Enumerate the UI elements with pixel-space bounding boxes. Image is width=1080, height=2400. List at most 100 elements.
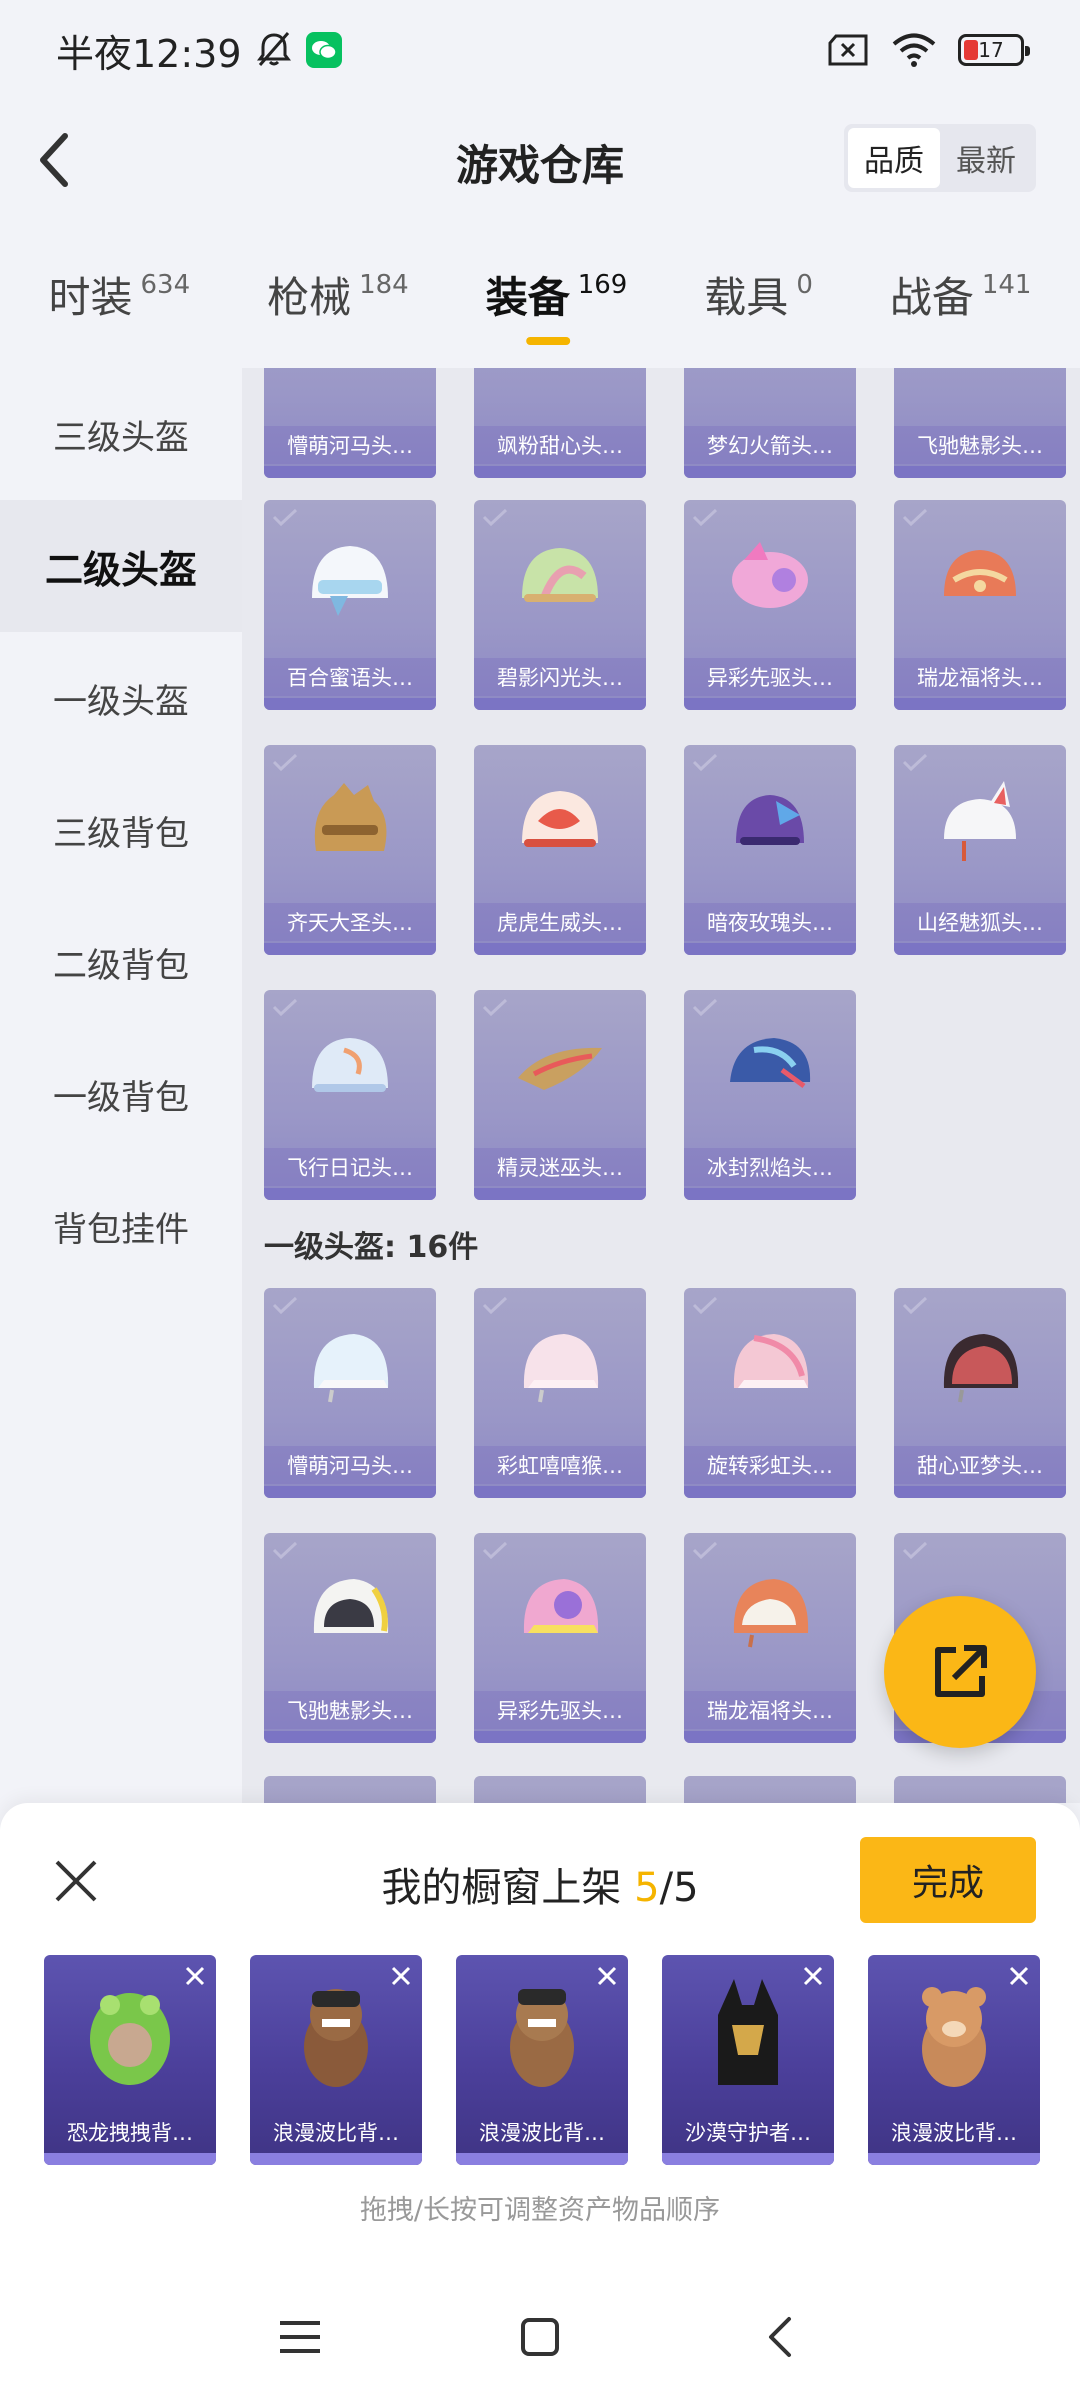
- remove-item-button[interactable]: [1004, 1961, 1034, 1991]
- item-card[interactable]: 旋转彩虹头…: [684, 1288, 856, 1498]
- battery-level: 17: [978, 38, 1004, 62]
- item-name: 碧影闪光头…: [474, 658, 646, 696]
- showcase-count: 5: [634, 1865, 660, 1911]
- item-card[interactable]: 瑞龙福将头…: [684, 1533, 856, 1743]
- item-card[interactable]: [684, 1776, 856, 1803]
- tab-equipment[interactable]: 装备 169: [480, 250, 634, 345]
- showcase-shelf: 恐龙拽拽背… 浪漫波比背… 浪漫波比背… 沙漠守护者… 浪漫波比背…: [44, 1955, 1040, 2165]
- share-button[interactable]: [884, 1596, 1036, 1748]
- menu-icon: [280, 2320, 320, 2353]
- tab-label: 战备: [889, 273, 974, 322]
- panel-title-text: 我的橱窗上架: [381, 1865, 635, 1911]
- item-name: 瑞龙福将头…: [684, 1691, 856, 1729]
- item-card[interactable]: 齐天大圣头…: [264, 745, 436, 955]
- item-card[interactable]: 山经魅狐头…: [894, 745, 1066, 955]
- item-card[interactable]: 甜心亚梦头…: [894, 1288, 1066, 1498]
- item-card[interactable]: 飞行日记头…: [264, 990, 436, 1200]
- item-name: 飞行日记头…: [264, 1148, 436, 1186]
- item-name: 异彩先驱头…: [684, 658, 856, 696]
- item-name: 冰封烈焰头…: [684, 1148, 856, 1186]
- sidebar-item-level3-backpack[interactable]: 三级背包: [0, 764, 242, 896]
- item-card[interactable]: 飞驰魅影头…: [264, 1533, 436, 1743]
- item-card[interactable]: [474, 1776, 646, 1803]
- helmet-icon: [312, 1038, 388, 1092]
- showcase-item[interactable]: 浪漫波比背…: [250, 1955, 422, 2165]
- check-icon: [272, 1541, 298, 1560]
- sidebar-item-backpack-charm[interactable]: 背包挂件: [0, 1160, 242, 1292]
- reorder-hint: 拖拽/长按可调整资产物品顺序: [359, 2195, 721, 2226]
- nav-home-button[interactable]: [500, 2297, 580, 2377]
- item-card[interactable]: 冰封烈焰头…: [684, 990, 856, 1200]
- grid-row: 飞行日记头… 精灵迷巫头… 冰封烈焰头…: [264, 990, 856, 1200]
- sidebar-item-level2-helmet[interactable]: 二级头盔: [0, 500, 242, 632]
- nav-back-button[interactable]: [740, 2297, 820, 2377]
- item-name: 虎虎生威头…: [474, 903, 646, 941]
- remove-item-button[interactable]: [386, 1961, 416, 1991]
- helmet-icon: [730, 1038, 811, 1089]
- back-button[interactable]: [20, 125, 90, 195]
- close-button[interactable]: [44, 1849, 108, 1913]
- done-button[interactable]: 完成: [860, 1837, 1036, 1923]
- grid-row: 懵萌河马头… 彩虹嘻嘻猴… 旋转彩虹头… 甜心亚梦头…: [264, 1288, 1066, 1498]
- item-card[interactable]: 异彩先驱头…: [474, 1533, 646, 1743]
- item-card[interactable]: 碧影闪光头…: [474, 500, 646, 710]
- grid-row: 懵萌河马头… 飒粉甜心头… 梦幻火箭头… 飞驰魅影头…: [264, 368, 1066, 478]
- item-name: 暗夜玫瑰头…: [684, 903, 856, 941]
- item-card[interactable]: 梦幻火箭头…: [684, 368, 856, 478]
- item-card[interactable]: 异彩先驱头…: [684, 500, 856, 710]
- item-card[interactable]: 虎虎生威头…: [474, 745, 646, 955]
- item-card[interactable]: 懵萌河马头…: [264, 368, 436, 478]
- item-card[interactable]: 百合蜜语头…: [264, 500, 436, 710]
- helmet-icon: [733, 1334, 809, 1388]
- sort-option-newest[interactable]: 最新: [940, 128, 1032, 188]
- item-card[interactable]: 飞驰魅影头…: [894, 368, 1066, 478]
- showcase-item[interactable]: 浪漫波比背…: [456, 1955, 628, 2165]
- backpack-icon: [304, 1989, 368, 2087]
- remove-item-button[interactable]: [592, 1961, 622, 1991]
- helmet-icon: [522, 548, 598, 602]
- close-icon: [55, 1860, 97, 1902]
- remove-item-button[interactable]: [798, 1961, 828, 1991]
- check-icon: [902, 753, 928, 772]
- item-card[interactable]: 懵萌河马头…: [264, 1288, 436, 1498]
- showcase-item[interactable]: 浪漫波比背…: [868, 1955, 1040, 2165]
- item-name: 懵萌河马头…: [264, 426, 436, 464]
- sort-option-quality[interactable]: 品质: [848, 128, 940, 188]
- status-time: 半夜12:39: [56, 31, 242, 76]
- item-card[interactable]: 瑞龙福将头…: [894, 500, 1066, 710]
- sidebar-item-level2-backpack[interactable]: 二级背包: [0, 896, 242, 1028]
- tab-supplies[interactable]: 战备 141: [884, 250, 1038, 325]
- item-name: 齐天大圣头…: [264, 903, 436, 941]
- item-name: 浪漫波比背…: [891, 2121, 1017, 2145]
- item-card[interactable]: [264, 1776, 436, 1803]
- helmet-icon: [314, 783, 387, 851]
- check-icon: [482, 1296, 508, 1315]
- item-card[interactable]: 暗夜玫瑰头…: [684, 745, 856, 955]
- check-icon: [480, 751, 510, 773]
- item-card[interactable]: 精灵迷巫头…: [474, 990, 646, 1200]
- nav-menu-button[interactable]: [260, 2297, 340, 2377]
- backpack-icon: [922, 1987, 986, 2087]
- helmet-icon: [518, 1047, 602, 1090]
- tab-label: 枪械: [267, 273, 352, 322]
- sidebar-item-level3-helmet[interactable]: 三级头盔: [0, 368, 242, 500]
- sidebar-item-level1-backpack[interactable]: 一级背包: [0, 1028, 242, 1160]
- item-card[interactable]: 彩虹嘻嘻猴…: [474, 1288, 646, 1498]
- helmet-icon: [312, 546, 388, 616]
- showcase-item[interactable]: 恐龙拽拽背…: [44, 1955, 216, 2165]
- remove-item-button[interactable]: [180, 1961, 210, 1991]
- active-tab-indicator: [525, 337, 570, 345]
- item-card[interactable]: 飒粉甜心头…: [474, 368, 646, 478]
- sidebar-item-level1-helmet[interactable]: 一级头盔: [0, 632, 242, 764]
- item-name: 山经魅狐头…: [894, 903, 1066, 941]
- showcase-item[interactable]: 沙漠守护者…: [662, 1955, 834, 2165]
- tab-guns[interactable]: 枪械 184: [261, 250, 415, 325]
- helmet-icon: [523, 1334, 599, 1403]
- tab-fashion[interactable]: 时装 634: [42, 250, 196, 325]
- tab-label: 时装: [48, 273, 133, 322]
- item-card[interactable]: [894, 1776, 1066, 1803]
- no-sim-icon: [828, 34, 868, 66]
- tab-vehicles[interactable]: 载具 0: [698, 250, 819, 325]
- item-name: 恐龙拽拽背…: [67, 2121, 193, 2145]
- item-name: 百合蜜语头…: [264, 658, 436, 696]
